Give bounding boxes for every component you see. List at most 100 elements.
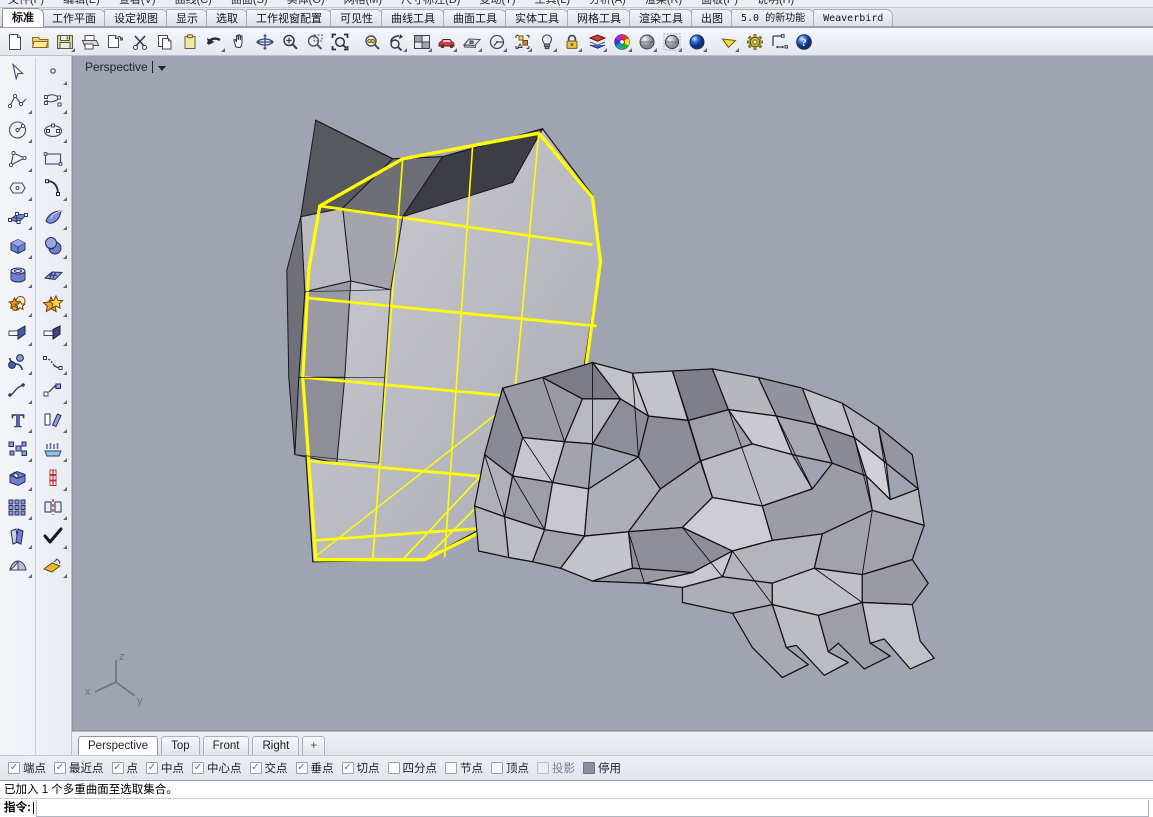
menu-item[interactable]: 文件(F) bbox=[0, 0, 52, 6]
copy-icon[interactable] bbox=[154, 31, 176, 53]
menu-item[interactable]: 网格(M) bbox=[336, 0, 391, 6]
flow-surface-icon[interactable] bbox=[38, 464, 68, 492]
offset-curve-icon[interactable] bbox=[38, 377, 68, 405]
cylinder-solid-icon[interactable] bbox=[3, 261, 33, 289]
menu-item[interactable]: 实体(O) bbox=[279, 0, 333, 6]
circle-icon[interactable] bbox=[3, 116, 33, 144]
text-object-icon[interactable]: T bbox=[3, 406, 33, 434]
tab-select[interactable]: 选取 bbox=[206, 9, 248, 27]
direction-arrow-icon[interactable] bbox=[718, 31, 740, 53]
viewport-tab-front[interactable]: Front bbox=[203, 736, 250, 755]
help-icon[interactable]: ? bbox=[793, 31, 815, 53]
polygon-hexagon-icon[interactable] bbox=[3, 174, 33, 202]
lock-icon[interactable] bbox=[561, 31, 583, 53]
osnap-endpoint[interactable]: 端点 bbox=[8, 760, 50, 776]
xray-sphere-icon[interactable] bbox=[661, 31, 683, 53]
undo-icon[interactable] bbox=[204, 31, 226, 53]
osnap-disable[interactable]: 停用 bbox=[583, 760, 625, 776]
control-point-surface-icon[interactable] bbox=[3, 203, 33, 231]
viewport-tab-bar[interactable]: Perspective Top Front Right + bbox=[72, 731, 1153, 755]
zoom-window-icon[interactable] bbox=[304, 31, 326, 53]
menu-item[interactable]: 编辑(E) bbox=[55, 0, 108, 6]
menu-item[interactable]: 变动(T) bbox=[472, 0, 524, 6]
checkbox-icon[interactable] bbox=[192, 762, 204, 774]
paste-icon[interactable] bbox=[179, 31, 201, 53]
save-icon[interactable] bbox=[54, 31, 76, 53]
boolean-intersection-icon[interactable] bbox=[38, 290, 68, 318]
box-solid-icon[interactable] bbox=[3, 232, 33, 260]
join-icon[interactable] bbox=[38, 348, 68, 376]
osnap-knot[interactable]: 节点 bbox=[445, 760, 487, 776]
menu-item[interactable]: 曲线(C) bbox=[167, 0, 220, 6]
model-3d-scene[interactable] bbox=[73, 56, 1153, 730]
light-bulb-icon[interactable] bbox=[536, 31, 558, 53]
tab-whats-new[interactable]: 5.0 的新功能 bbox=[731, 9, 815, 27]
checkbox-icon[interactable] bbox=[296, 762, 308, 774]
command-input[interactable] bbox=[36, 800, 1149, 817]
render-preview-icon[interactable] bbox=[461, 31, 483, 53]
tab-surface-tools[interactable]: 曲面工具 bbox=[443, 9, 507, 27]
menu-bar[interactable]: 文件(F) 编辑(E) 查看(V) 曲线(C) 曲面(S) 实体(O) 网格(M… bbox=[0, 0, 1153, 8]
tab-drafting[interactable]: 出图 bbox=[691, 9, 733, 27]
tab-render-tools[interactable]: 渲染工具 bbox=[629, 9, 693, 27]
checkbox-icon[interactable] bbox=[342, 762, 354, 774]
cut-scissors-icon[interactable] bbox=[129, 31, 151, 53]
menu-item[interactable]: 尺寸标注(D) bbox=[393, 0, 468, 6]
menu-item[interactable]: 说明(H) bbox=[749, 0, 802, 6]
tab-weaverbird[interactable]: Weaverbird bbox=[813, 9, 893, 27]
checkbox-icon[interactable] bbox=[112, 762, 124, 774]
tab-display[interactable]: 显示 bbox=[166, 9, 208, 27]
fillet-blend-icon[interactable] bbox=[3, 348, 33, 376]
checkbox-icon[interactable] bbox=[537, 762, 549, 774]
zoom-in-icon[interactable] bbox=[279, 31, 301, 53]
sphere-solid-icon[interactable] bbox=[38, 232, 68, 260]
polygon-triangle-icon[interactable] bbox=[3, 145, 33, 173]
osnap-bar[interactable]: 端点 最近点 点 中点 中心点 交点 垂点 切点 bbox=[0, 755, 1153, 780]
osnap-project[interactable]: 投影 bbox=[537, 760, 579, 776]
color-wheel-icon[interactable] bbox=[611, 31, 633, 53]
checkbox-icon[interactable] bbox=[146, 762, 158, 774]
arc-icon[interactable] bbox=[38, 174, 68, 202]
command-line[interactable]: 指令: bbox=[0, 799, 1153, 817]
surface-from-curve-icon[interactable] bbox=[38, 203, 68, 231]
osnap-perpendicular[interactable]: 垂点 bbox=[296, 760, 338, 776]
toolbar-tab-bar[interactable]: 标准 工作平面 设定视图 显示 选取 工作视窗配置 可见性 曲线工具 曲面工具 … bbox=[0, 8, 1153, 28]
standard-toolbar[interactable]: ? bbox=[0, 28, 1153, 56]
viewport-tab-perspective[interactable]: Perspective bbox=[78, 736, 158, 755]
checkbox-icon[interactable] bbox=[54, 762, 66, 774]
checkbox-icon[interactable] bbox=[250, 762, 262, 774]
checkbox-icon[interactable] bbox=[388, 762, 400, 774]
polyline-icon[interactable] bbox=[3, 87, 33, 115]
copy-to-clipboard-icon[interactable] bbox=[104, 31, 126, 53]
checkbox-icon[interactable] bbox=[445, 762, 457, 774]
control-point-curve-icon[interactable] bbox=[38, 87, 68, 115]
zoom-extents-icon[interactable] bbox=[329, 31, 351, 53]
trim-icon[interactable] bbox=[38, 319, 68, 347]
osnap-quadrant[interactable]: 四分点 bbox=[388, 760, 442, 776]
explode-icon[interactable] bbox=[3, 435, 33, 463]
rotate-view-icon[interactable] bbox=[254, 31, 276, 53]
checkbox-icon[interactable] bbox=[583, 762, 595, 774]
osnap-vertex[interactable]: 顶点 bbox=[491, 760, 533, 776]
array-grid-icon[interactable] bbox=[3, 493, 33, 521]
viewport-tab-right[interactable]: Right bbox=[252, 736, 299, 755]
properties-icon[interactable] bbox=[511, 31, 533, 53]
tab-viewport-layout[interactable]: 工作视窗配置 bbox=[246, 9, 332, 27]
checkbox-icon[interactable] bbox=[8, 762, 20, 774]
menu-item[interactable]: 工具(L) bbox=[527, 0, 578, 6]
new-file-icon[interactable] bbox=[4, 31, 26, 53]
ghosted-sphere-icon[interactable] bbox=[636, 31, 658, 53]
shaded-view-icon[interactable] bbox=[486, 31, 508, 53]
curve-from-object-icon[interactable] bbox=[3, 377, 33, 405]
tab-solid-tools[interactable]: 实体工具 bbox=[505, 9, 569, 27]
menu-item[interactable]: 曲面(S) bbox=[223, 0, 276, 6]
tab-visibility[interactable]: 可见性 bbox=[330, 9, 383, 27]
zoom-selected-icon[interactable] bbox=[361, 31, 383, 53]
rendered-sphere-icon[interactable] bbox=[686, 31, 708, 53]
smooth-icon[interactable] bbox=[3, 551, 33, 579]
perspective-viewport[interactable]: Perspective bbox=[72, 56, 1153, 731]
checkbox-icon[interactable] bbox=[491, 762, 503, 774]
osnap-intersection[interactable]: 交点 bbox=[250, 760, 292, 776]
layers-icon[interactable] bbox=[586, 31, 608, 53]
point-object-icon[interactable] bbox=[38, 58, 68, 86]
